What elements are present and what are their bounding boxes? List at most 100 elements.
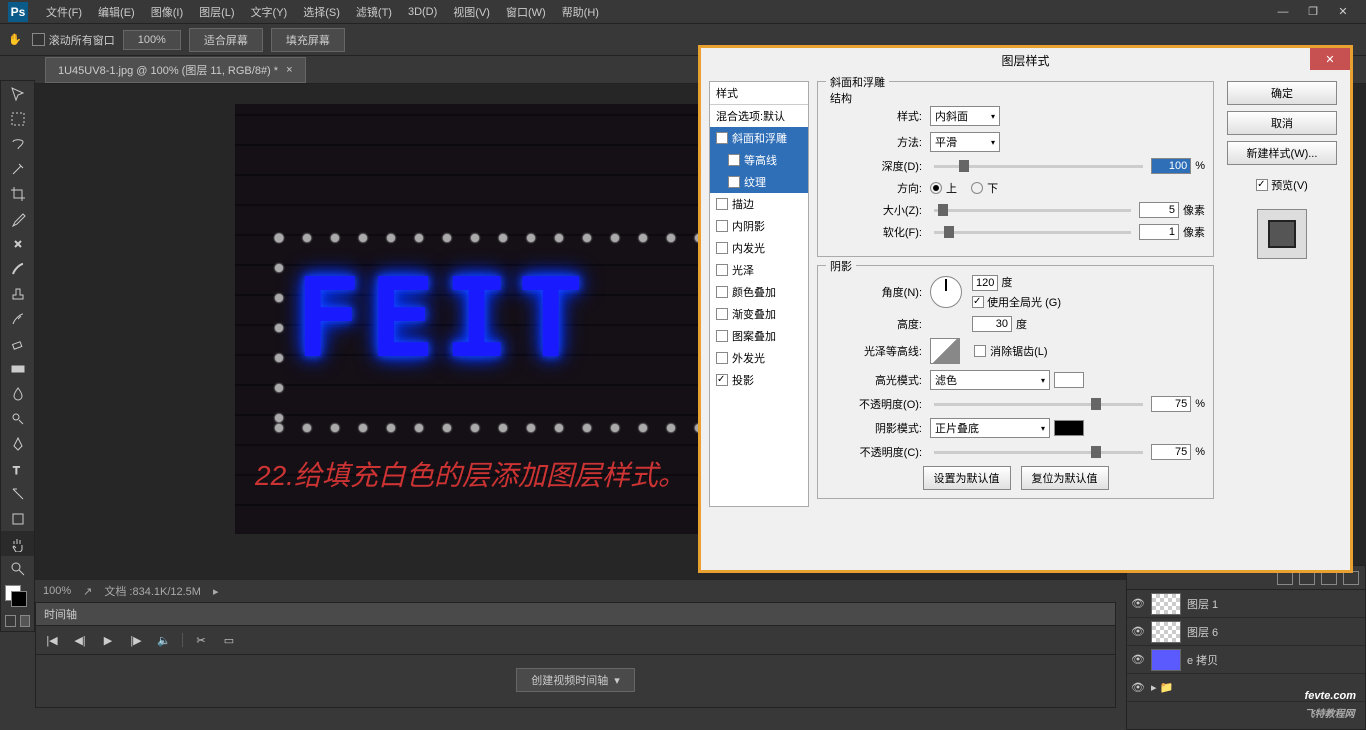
- type-tool[interactable]: T: [1, 456, 34, 481]
- gloss-contour-picker[interactable]: [930, 338, 960, 364]
- eyedropper-tool[interactable]: [1, 206, 34, 231]
- size-slider[interactable]: [934, 209, 1131, 212]
- menu-3d[interactable]: 3D(D): [400, 6, 445, 18]
- satin-item[interactable]: 光泽: [710, 259, 808, 281]
- document-canvas[interactable]: FEIT 22.给填充白色的层添加图层样式。: [235, 104, 715, 534]
- lasso-tool[interactable]: [1, 131, 34, 156]
- split-icon[interactable]: ✂: [191, 632, 211, 648]
- size-input[interactable]: 5: [1139, 202, 1179, 218]
- menu-edit[interactable]: 编辑(E): [90, 4, 143, 20]
- stamp-tool[interactable]: [1, 281, 34, 306]
- crop-tool[interactable]: [1, 181, 34, 206]
- zoom-100-button[interactable]: 100%: [123, 30, 181, 50]
- stroke-item[interactable]: 描边: [710, 193, 808, 215]
- pen-tool[interactable]: [1, 431, 34, 456]
- path-tool[interactable]: [1, 481, 34, 506]
- layer-name[interactable]: 图层 1: [1187, 596, 1218, 612]
- color-overlay-checkbox[interactable]: [716, 286, 728, 298]
- method-select[interactable]: 平滑▾: [930, 132, 1000, 152]
- create-video-timeline-button[interactable]: 创建视频时间轴▾: [516, 668, 635, 692]
- document-tab[interactable]: 1U45UV8-1.jpg @ 100% (图层 11, RGB/8#) * ×: [45, 57, 306, 83]
- audio-icon[interactable]: 🔈: [154, 632, 174, 648]
- eraser-tool[interactable]: [1, 331, 34, 356]
- direction-down-radio[interactable]: [971, 182, 983, 194]
- antialias-checkbox[interactable]: [974, 345, 986, 357]
- shadow-mode-select[interactable]: 正片叠底▾: [930, 418, 1050, 438]
- hand-tool[interactable]: [1, 531, 34, 556]
- cancel-button[interactable]: 取消: [1227, 111, 1337, 135]
- inner-shadow-item[interactable]: 内阴影: [710, 215, 808, 237]
- menu-view[interactable]: 视图(V): [445, 4, 498, 20]
- scroll-all-checkbox[interactable]: [32, 33, 45, 46]
- marquee-tool[interactable]: [1, 106, 34, 131]
- inner-glow-checkbox[interactable]: [716, 242, 728, 254]
- visibility-icon[interactable]: 👁: [1131, 681, 1145, 694]
- soften-slider[interactable]: [934, 231, 1131, 234]
- highlight-opacity-slider[interactable]: [934, 403, 1143, 406]
- wand-tool[interactable]: [1, 156, 34, 181]
- fill-screen-button[interactable]: 填充屏幕: [271, 28, 345, 52]
- highlight-color[interactable]: [1054, 372, 1084, 388]
- style-select[interactable]: 内斜面▾: [930, 106, 1000, 126]
- preview-checkbox[interactable]: [1256, 179, 1268, 191]
- folder-icon[interactable]: ▸ 📁: [1151, 681, 1173, 694]
- gradient-tool[interactable]: [1, 356, 34, 381]
- tab-close-icon[interactable]: ×: [286, 64, 292, 76]
- set-default-button[interactable]: 设置为默认值: [923, 466, 1011, 490]
- timeline-tab[interactable]: 时间轴: [36, 603, 1115, 626]
- grad-overlay-checkbox[interactable]: [716, 308, 728, 320]
- bevel-item[interactable]: 斜面和浮雕: [710, 127, 808, 149]
- depth-input[interactable]: 100: [1151, 158, 1191, 174]
- move-tool[interactable]: [1, 81, 34, 106]
- menu-file[interactable]: 文件(F): [38, 4, 90, 20]
- menu-image[interactable]: 图像(I): [143, 4, 191, 20]
- layer-row[interactable]: 👁 图层 1: [1127, 590, 1365, 618]
- outer-glow-checkbox[interactable]: [716, 352, 728, 364]
- menu-select[interactable]: 选择(S): [295, 4, 348, 20]
- fit-screen-button[interactable]: 适合屏幕: [189, 28, 263, 52]
- color-swatches[interactable]: [1, 581, 34, 611]
- highlight-opacity-input[interactable]: 75: [1151, 396, 1191, 412]
- angle-dial[interactable]: [930, 276, 962, 308]
- depth-slider[interactable]: [934, 165, 1143, 168]
- menu-layer[interactable]: 图层(L): [191, 4, 242, 20]
- ok-button[interactable]: 确定: [1227, 81, 1337, 105]
- shadow-color[interactable]: [1054, 420, 1084, 436]
- blur-tool[interactable]: [1, 381, 34, 406]
- reset-default-button[interactable]: 复位为默认值: [1021, 466, 1109, 490]
- transition-icon[interactable]: ▭: [219, 632, 239, 648]
- texture-item[interactable]: 纹理: [710, 171, 808, 193]
- status-zoom[interactable]: 100%: [43, 585, 71, 597]
- contour-item[interactable]: 等高线: [710, 149, 808, 171]
- drop-shadow-item[interactable]: 投影: [710, 369, 808, 391]
- background-swatch[interactable]: [11, 591, 27, 607]
- outer-glow-item[interactable]: 外发光: [710, 347, 808, 369]
- grad-overlay-item[interactable]: 渐变叠加: [710, 303, 808, 325]
- stroke-checkbox[interactable]: [716, 198, 728, 210]
- shadow-opacity-input[interactable]: 75: [1151, 444, 1191, 460]
- visibility-icon[interactable]: 👁: [1131, 625, 1145, 638]
- quick-mask-toggle[interactable]: [1, 611, 34, 631]
- brush-tool[interactable]: [1, 256, 34, 281]
- menu-window[interactable]: 窗口(W): [498, 4, 554, 20]
- layer-name[interactable]: 图层 6: [1187, 624, 1218, 640]
- bevel-checkbox[interactable]: [716, 132, 728, 144]
- drop-shadow-checkbox[interactable]: [716, 374, 728, 386]
- pattern-overlay-item[interactable]: 图案叠加: [710, 325, 808, 347]
- visibility-icon[interactable]: 👁: [1131, 653, 1145, 666]
- play-icon[interactable]: ▶: [98, 632, 118, 648]
- maximize-button[interactable]: ❐: [1298, 2, 1328, 22]
- texture-checkbox[interactable]: [728, 176, 740, 188]
- next-frame-icon[interactable]: |▶: [126, 632, 146, 648]
- highlight-mode-select[interactable]: 滤色▾: [930, 370, 1050, 390]
- angle-input[interactable]: 120: [972, 275, 998, 291]
- shadow-opacity-slider[interactable]: [934, 451, 1143, 454]
- minimize-button[interactable]: —: [1268, 2, 1298, 22]
- contour-checkbox[interactable]: [728, 154, 740, 166]
- layer-row[interactable]: 👁 图层 6: [1127, 618, 1365, 646]
- menu-type[interactable]: 文字(Y): [243, 4, 296, 20]
- inner-glow-item[interactable]: 内发光: [710, 237, 808, 259]
- layer-name[interactable]: e 拷贝: [1187, 652, 1218, 668]
- dodge-tool[interactable]: [1, 406, 34, 431]
- menu-filter[interactable]: 滤镜(T): [348, 4, 400, 20]
